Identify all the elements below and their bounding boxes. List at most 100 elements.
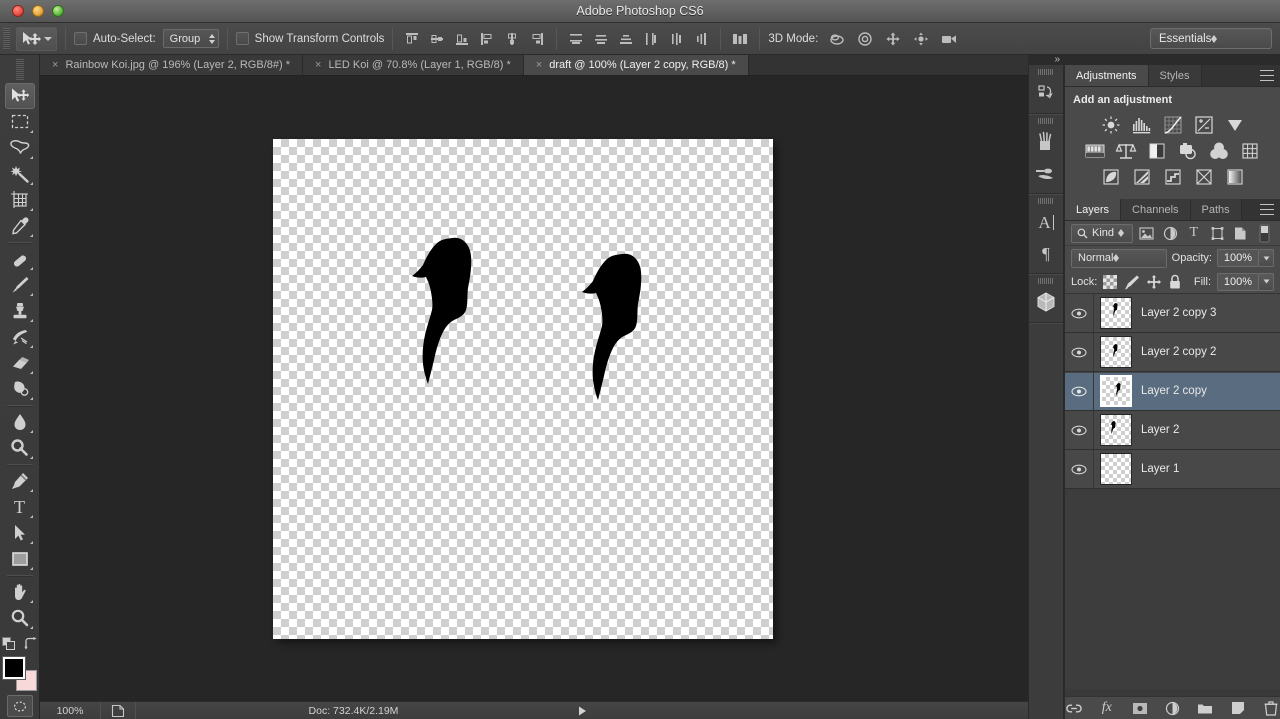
align-top-edges-icon[interactable] — [401, 28, 423, 50]
distribute-left-edges-icon[interactable] — [640, 28, 662, 50]
tab-channels[interactable]: Channels — [1121, 199, 1191, 220]
path-selection-tool[interactable] — [5, 520, 35, 546]
filter-shape-layers-icon[interactable] — [1208, 223, 1228, 243]
document-canvas[interactable] — [273, 139, 773, 639]
document-tab-draft[interactable]: × draft @ 100% (Layer 2 copy, RGB/8) * — [523, 55, 749, 75]
tools-panel-grip[interactable] — [15, 59, 24, 81]
posterize-icon[interactable] — [1128, 166, 1155, 188]
selective-color-icon[interactable] — [1221, 166, 1248, 188]
eyedropper-tool[interactable] — [5, 213, 35, 239]
brightness-contrast-icon[interactable] — [1097, 114, 1124, 136]
magic-wand-tool[interactable] — [5, 161, 35, 187]
lasso-tool[interactable] — [5, 135, 35, 161]
align-left-edges-icon[interactable] — [476, 28, 498, 50]
photo-filter-icon[interactable] — [1175, 140, 1202, 162]
dock-grip[interactable] — [1038, 118, 1054, 124]
close-icon[interactable]: × — [52, 59, 58, 71]
document-tab-rainbow-koi[interactable]: × Rainbow Koi.jpg @ 196% (Layer 2, RGB/8… — [40, 55, 303, 75]
filter-enable-toggle-icon[interactable] — [1255, 223, 1275, 243]
close-icon[interactable]: × — [315, 59, 321, 71]
blend-mode-dropdown[interactable]: Normal — [1071, 248, 1167, 268]
panel-menu-icon[interactable] — [1260, 70, 1274, 81]
align-right-edges-icon[interactable] — [526, 28, 548, 50]
delete-layer-icon[interactable] — [1262, 699, 1280, 717]
layer-row[interactable]: Layer 2 copy 3 — [1065, 294, 1280, 333]
panel-menu-icon[interactable] — [1260, 204, 1274, 215]
history-panel-icon[interactable] — [1031, 78, 1061, 108]
hand-tool[interactable] — [5, 579, 35, 605]
roll-3d-object-icon[interactable] — [854, 28, 876, 50]
zoom-level[interactable]: 100% — [40, 705, 100, 717]
lock-all-icon[interactable] — [1168, 273, 1182, 290]
opacity-input[interactable]: 100% — [1217, 249, 1259, 267]
tab-styles[interactable]: Styles — [1148, 65, 1202, 86]
layer-thumbnail[interactable] — [1100, 453, 1132, 485]
fill-input[interactable]: 100% — [1217, 272, 1259, 291]
move-tool[interactable] — [4, 83, 35, 109]
layer-visibility-toggle[interactable] — [1065, 308, 1093, 319]
layer-row[interactable]: Layer 2 copy 2 — [1065, 333, 1280, 372]
add-layer-style-icon[interactable]: fx — [1098, 699, 1116, 717]
status-menu-arrow-icon[interactable] — [571, 706, 593, 716]
crop-tool[interactable] — [5, 187, 35, 213]
layer-thumbnail[interactable] — [1100, 336, 1132, 368]
align-horizontal-centers-icon[interactable] — [501, 28, 523, 50]
lock-position-icon[interactable] — [1146, 273, 1162, 290]
layer-visibility-toggle[interactable] — [1065, 386, 1093, 397]
document-tab-led-koi[interactable]: × LED Koi @ 70.8% (Layer 1, RGB/8) * — [303, 55, 524, 75]
hue-saturation-icon[interactable] — [1082, 140, 1109, 162]
brush-presets-panel-icon[interactable] — [1031, 158, 1061, 188]
align-vertical-centers-icon[interactable] — [426, 28, 448, 50]
color-balance-icon[interactable] — [1113, 140, 1140, 162]
threshold-icon[interactable] — [1159, 166, 1186, 188]
channel-mixer-icon[interactable] — [1206, 140, 1233, 162]
curves-icon[interactable] — [1159, 114, 1186, 136]
layer-row[interactable]: Layer 2 copy — [1065, 372, 1280, 411]
auto-select-scope-dropdown[interactable]: Group — [162, 29, 219, 48]
new-layer-icon[interactable] — [1229, 699, 1247, 717]
dodge-tool[interactable] — [5, 435, 35, 461]
horizontal-type-tool[interactable]: T — [5, 494, 35, 520]
layer-visibility-toggle[interactable] — [1065, 464, 1093, 475]
paragraph-panel-icon[interactable]: ¶ — [1031, 238, 1061, 268]
layer-filter-kind-dropdown[interactable]: Kind — [1071, 223, 1133, 243]
document-size-icon[interactable] — [101, 704, 135, 718]
distribute-top-edges-icon[interactable] — [565, 28, 587, 50]
active-tool-preset-picker[interactable] — [16, 26, 57, 51]
new-adjustment-layer-icon[interactable] — [1164, 699, 1182, 717]
slide-3d-object-icon[interactable] — [910, 28, 932, 50]
blur-tool[interactable] — [5, 409, 35, 435]
opacity-slider-button[interactable] — [1259, 249, 1274, 267]
brush-panel-icon[interactable] — [1031, 127, 1061, 157]
canvas-area[interactable] — [40, 76, 1028, 701]
options-bar-grip[interactable] — [3, 27, 10, 50]
link-layers-icon[interactable] — [1065, 699, 1083, 717]
gradient-map-icon[interactable] — [1190, 166, 1217, 188]
show-transform-controls-checkbox[interactable] — [235, 32, 249, 45]
invert-icon[interactable] — [1097, 166, 1124, 188]
tab-adjustments[interactable]: Adjustments — [1065, 65, 1149, 86]
zoom-tool[interactable] — [5, 605, 35, 631]
levels-icon[interactable] — [1128, 114, 1155, 136]
distribute-bottom-edges-icon[interactable] — [615, 28, 637, 50]
add-layer-mask-icon[interactable] — [1131, 699, 1149, 717]
3d-panel-icon[interactable] — [1031, 287, 1061, 317]
dock-grip[interactable] — [1038, 278, 1054, 284]
distribute-horizontal-centers-icon[interactable] — [665, 28, 687, 50]
quick-mask-mode-icon[interactable] — [6, 695, 33, 717]
lock-transparent-pixels-icon[interactable] — [1103, 273, 1118, 290]
workspace-selector[interactable]: Essentials — [1150, 28, 1272, 49]
gradient-tool[interactable] — [5, 376, 35, 402]
fill-slider-button[interactable] — [1259, 272, 1274, 291]
dock-grip[interactable] — [1038, 198, 1054, 204]
eraser-tool[interactable] — [5, 350, 35, 376]
layer-row[interactable]: Layer 2 — [1065, 411, 1280, 450]
auto-select-checkbox[interactable] — [74, 32, 87, 45]
history-brush-tool[interactable] — [5, 324, 35, 350]
filter-adjustment-layers-icon[interactable] — [1161, 223, 1181, 243]
align-bottom-edges-icon[interactable] — [451, 28, 473, 50]
swap-colors-icon[interactable] — [23, 637, 38, 651]
scale-3d-object-icon[interactable] — [938, 28, 960, 50]
filter-type-layers-icon[interactable]: T — [1184, 223, 1204, 243]
layer-thumbnail[interactable] — [1100, 297, 1132, 329]
